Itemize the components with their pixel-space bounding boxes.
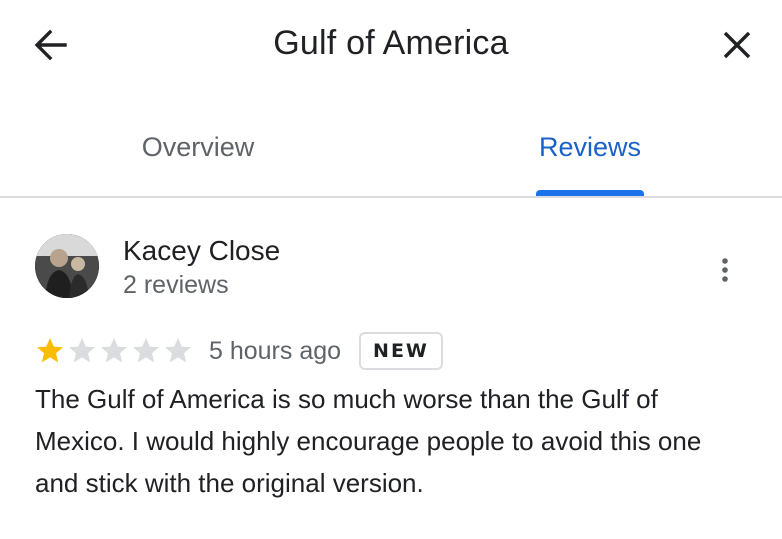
author-name[interactable]: Kacey Close: [123, 235, 280, 267]
review-card: Kacey Close 2 reviews 5 hours ago NEW Th…: [0, 200, 782, 539]
rating-row: 5 hours ago NEW: [35, 328, 443, 374]
header: Gulf of America: [0, 0, 782, 92]
review-text: The Gulf of America is so much worse tha…: [35, 384, 702, 498]
tab-reviews[interactable]: Reviews: [490, 132, 690, 163]
tab-overview[interactable]: Overview: [98, 132, 298, 163]
review-time: 5 hours ago: [209, 336, 342, 365]
star-empty-icon: [165, 338, 191, 363]
more-options-button[interactable]: [705, 250, 745, 290]
page-title: Gulf of America: [273, 24, 509, 62]
avatar-photo: [35, 234, 99, 298]
tab-bar: Overview Reviews: [0, 118, 782, 198]
author-review-count: 2 reviews: [123, 271, 229, 299]
star-empty-icon: [133, 338, 159, 363]
more-vert-icon: [722, 258, 728, 282]
star-filled-icon: [37, 338, 63, 363]
close-icon: [723, 31, 751, 59]
star-rating: [35, 336, 193, 366]
active-tab-indicator: [536, 190, 644, 196]
new-badge: NEW: [359, 332, 443, 370]
star-empty-icon: [101, 338, 127, 363]
star-empty-icon: [69, 338, 95, 363]
close-button[interactable]: [712, 20, 762, 70]
avatar[interactable]: [35, 234, 99, 298]
